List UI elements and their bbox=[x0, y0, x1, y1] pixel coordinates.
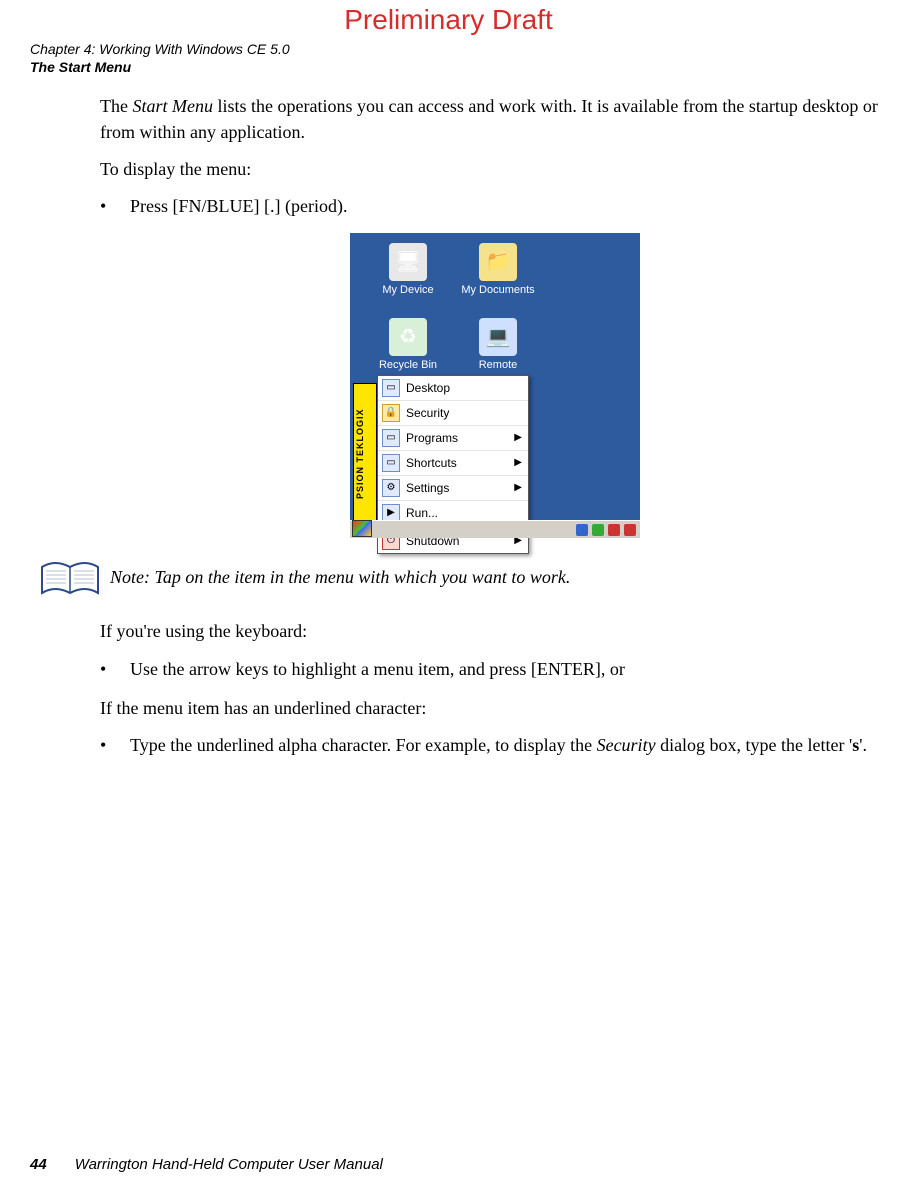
text: '. bbox=[859, 735, 867, 755]
page-number: 44 bbox=[30, 1156, 47, 1173]
gear-icon: ⚙ bbox=[382, 479, 400, 497]
note-callout: Note: Tap on the item in the menu with w… bbox=[40, 559, 890, 599]
underline-intro: If the menu item has an underlined chara… bbox=[100, 696, 890, 721]
text-emphasis: Security bbox=[597, 735, 656, 755]
keyboard-intro: If you're using the keyboard: bbox=[100, 619, 890, 644]
bullet-item: • Use the arrow keys to highlight a menu… bbox=[100, 657, 890, 682]
tray-icon bbox=[576, 524, 588, 536]
start-button-icon bbox=[352, 520, 372, 537]
page-header: Chapter 4: Working With Windows CE 5.0 T… bbox=[30, 40, 867, 76]
text: lists the operations you can access and … bbox=[100, 96, 878, 141]
chevron-right-icon: ▶ bbox=[514, 481, 522, 495]
bullet-item: • Press [FN/BLUE] [.] (period). bbox=[100, 194, 890, 219]
folder-icon: ▭ bbox=[382, 429, 400, 447]
note-text: Note: Tap on the item in the menu with w… bbox=[110, 559, 570, 590]
folder-icon: 📁 bbox=[479, 243, 517, 281]
text: The bbox=[100, 96, 132, 116]
intro-paragraph: The Start Menu lists the operations you … bbox=[100, 94, 890, 144]
menu-label: Run... bbox=[406, 505, 438, 522]
section-line: The Start Menu bbox=[30, 58, 867, 76]
menu-item-programs: ▭ Programs ▶ bbox=[378, 426, 528, 451]
menu-item-desktop: ▭ Desktop bbox=[378, 376, 528, 401]
note-body: Tap on the item in the menu with which y… bbox=[150, 567, 570, 587]
desktop-icon-my-device: 🖥 My Device bbox=[368, 243, 448, 298]
desktop-icon-my-documents: 📁 My Documents bbox=[458, 243, 538, 298]
bullet-text: Press [FN/BLUE] [.] (period). bbox=[130, 194, 890, 219]
monitor-icon: 💻 bbox=[479, 318, 517, 356]
text: Type the underlined alpha character. For… bbox=[130, 735, 597, 755]
note-label: Note: bbox=[110, 567, 150, 587]
menu-label: Shortcuts bbox=[406, 455, 457, 472]
bullet-marker: • bbox=[100, 194, 130, 219]
manual-title: Warrington Hand-Held Computer User Manua… bbox=[75, 1156, 383, 1173]
tray-icon bbox=[592, 524, 604, 536]
chapter-line: Chapter 4: Working With Windows CE 5.0 bbox=[30, 40, 867, 58]
menu-label: Desktop bbox=[406, 380, 450, 397]
menu-item-shortcuts: ▭ Shortcuts ▶ bbox=[378, 451, 528, 476]
folder-icon: ▭ bbox=[382, 454, 400, 472]
menu-item-settings: ⚙ Settings ▶ bbox=[378, 476, 528, 501]
bullet-item: • Type the underlined alpha character. F… bbox=[100, 733, 890, 758]
text: dialog box, type the letter ' bbox=[656, 735, 853, 755]
icon-label: Recycle Bin bbox=[368, 358, 448, 373]
taskbar bbox=[350, 520, 640, 538]
bullet-marker: • bbox=[100, 733, 130, 758]
chevron-right-icon: ▶ bbox=[514, 431, 522, 445]
windows-ce-screenshot: 🖥 My Device 📁 My Documents ♻ Recycle Bin… bbox=[350, 233, 640, 538]
bullet-text: Use the arrow keys to highlight a menu i… bbox=[130, 657, 890, 682]
watermark: Preliminary Draft bbox=[0, 4, 897, 36]
menu-label: Programs bbox=[406, 430, 458, 447]
chevron-right-icon: ▶ bbox=[514, 456, 522, 470]
menu-item-security: 🔒 Security bbox=[378, 401, 528, 426]
icon-label: My Device bbox=[368, 283, 448, 298]
to-display-text: To display the menu: bbox=[100, 157, 890, 182]
tray-icon bbox=[624, 524, 636, 536]
text-emphasis: Start Menu bbox=[132, 96, 213, 116]
bullet-marker: • bbox=[100, 657, 130, 682]
computer-icon: 🖥 bbox=[389, 243, 427, 281]
icon-label: My Documents bbox=[458, 283, 538, 298]
lock-icon: 🔒 bbox=[382, 404, 400, 422]
recycle-icon: ♻ bbox=[389, 318, 427, 356]
page-footer: 44 Warrington Hand-Held Computer User Man… bbox=[30, 1156, 383, 1173]
desktop-icon: ▭ bbox=[382, 379, 400, 397]
menu-label: Settings bbox=[406, 480, 449, 497]
bullet-text: Type the underlined alpha character. For… bbox=[130, 733, 890, 758]
desktop-icon-recycle-bin: ♻ Recycle Bin bbox=[368, 318, 448, 373]
menu-label: Security bbox=[406, 405, 449, 422]
book-icon bbox=[40, 559, 100, 599]
start-menu-sidebar: PSION TEKLOGIX bbox=[353, 383, 377, 525]
tray-icon bbox=[608, 524, 620, 536]
